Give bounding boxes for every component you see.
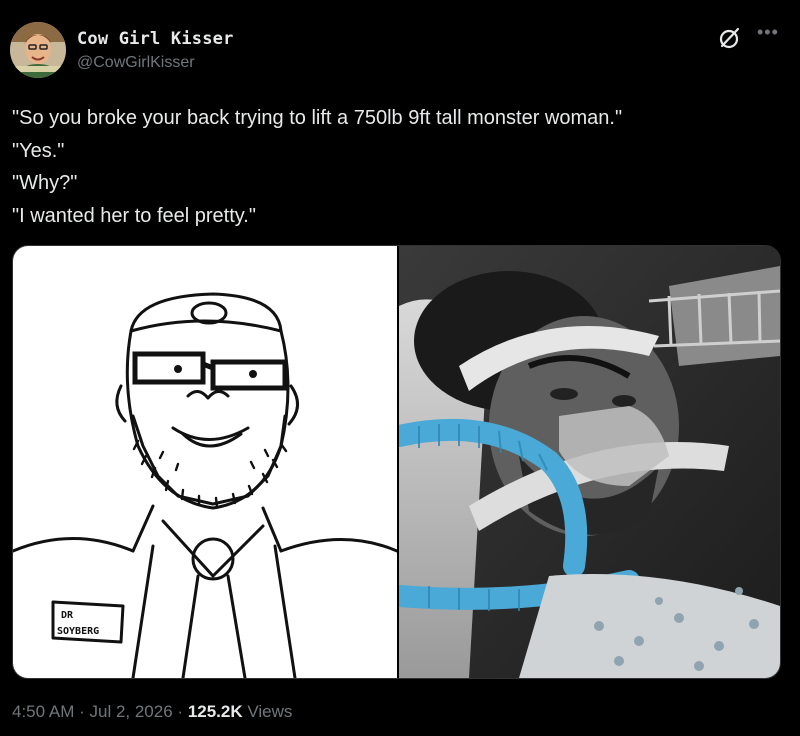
wojak-illustration: DR SOYBERG	[13, 292, 399, 678]
tweet-line: "So you broke your back trying to lift a…	[12, 107, 623, 129]
badge-text-line2: SOYBERG	[57, 626, 99, 637]
badge-text-line1: DR	[61, 610, 74, 621]
avatar-image	[10, 22, 66, 78]
views-label: Views	[247, 702, 293, 721]
wojak-drawing[interactable]: DR SOYBERG	[13, 246, 399, 678]
grok-icon[interactable]	[718, 26, 742, 50]
tweet-time[interactable]: 4:50 AM	[12, 702, 74, 721]
tweet-meta: 4:50 AM · Jul 2, 2026 · 125.2K Views	[12, 702, 292, 722]
meta-separator: ·	[177, 702, 188, 721]
tweet-line: "Why?"	[12, 172, 78, 194]
tweet-date[interactable]: Jul 2, 2026	[90, 702, 173, 721]
hospital-photo-image	[388, 246, 780, 678]
tweet-media[interactable]: DR SOYBERG	[12, 245, 781, 679]
more-icon[interactable]: •••	[757, 22, 779, 43]
tweet-text: "So you broke your back trying to lift a…	[12, 102, 788, 232]
meta-separator: ·	[79, 702, 90, 721]
views-count: 125.2K	[187, 702, 243, 721]
tweet-line: "Yes."	[12, 139, 65, 162]
tweet-header: Cow Girl Kisser @CowGirlKisser •••	[10, 22, 790, 82]
handle[interactable]: @CowGirlKisser	[77, 54, 234, 72]
hospital-photo[interactable]	[388, 246, 780, 678]
avatar[interactable]	[10, 22, 66, 78]
author-names: Cow Girl Kisser @CowGirlKisser	[77, 29, 234, 72]
tweet-line: "I wanted her to feel pretty."	[12, 204, 256, 227]
display-name[interactable]: Cow Girl Kisser	[77, 29, 234, 49]
